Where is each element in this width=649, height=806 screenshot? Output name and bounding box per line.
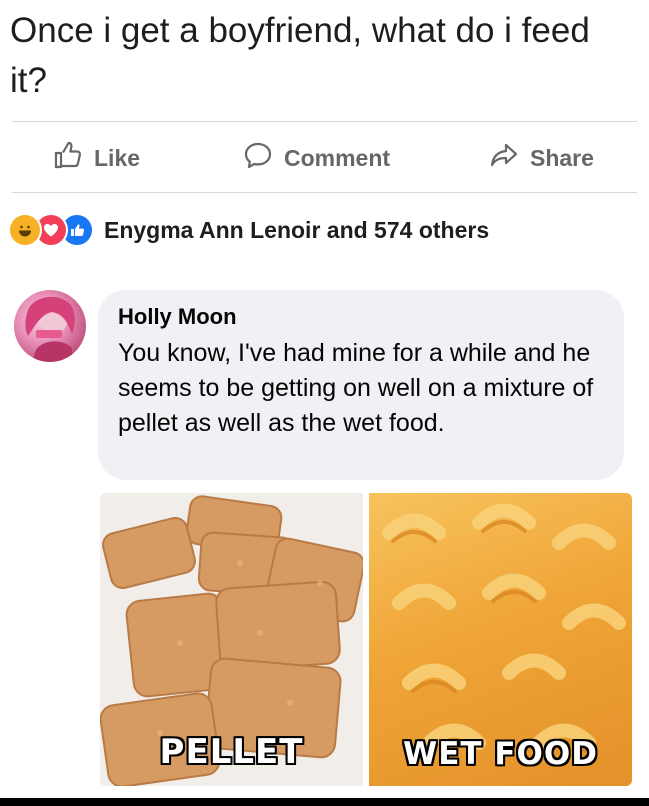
thumbs-up-icon: [52, 139, 84, 177]
speech-bubble-icon: [242, 139, 274, 177]
like-button[interactable]: Like: [52, 140, 140, 176]
post-actions: Like Comment Share: [0, 128, 649, 188]
comment-button[interactable]: Comment: [242, 140, 390, 176]
reaction-count[interactable]: Enygma Ann Lenoir and 574 others: [104, 217, 489, 244]
share-label: Share: [530, 144, 594, 171]
meme-image: PELLET WET FOOD: [100, 493, 632, 786]
comment-bubble: Holly Moon You know, I've had mine for a…: [98, 290, 624, 480]
divider-top: [12, 121, 637, 122]
pellet-panel: PELLET: [100, 493, 363, 786]
like-label: Like: [94, 144, 141, 171]
wet-food-caption: WET FOOD: [403, 736, 598, 772]
post-text: Once i get a boyfriend, what do i feed i…: [10, 11, 590, 100]
bottom-bar: [0, 798, 649, 806]
comment-author[interactable]: Holly Moon: [118, 304, 237, 330]
reactions-summary[interactable]: Enygma Ann Lenoir and 574 others: [8, 210, 489, 250]
pellet-caption: PELLET: [159, 732, 304, 772]
avatar[interactable]: [14, 290, 86, 362]
comment-label: Comment: [284, 144, 391, 171]
share-arrow-icon: [488, 139, 520, 177]
wet-food-panel: WET FOOD: [369, 493, 632, 786]
share-button[interactable]: Share: [488, 140, 594, 176]
haha-reaction-icon: [8, 213, 42, 247]
comment-text: You know, I've had mine for a while and …: [118, 339, 594, 437]
divider-bottom: [12, 192, 637, 193]
